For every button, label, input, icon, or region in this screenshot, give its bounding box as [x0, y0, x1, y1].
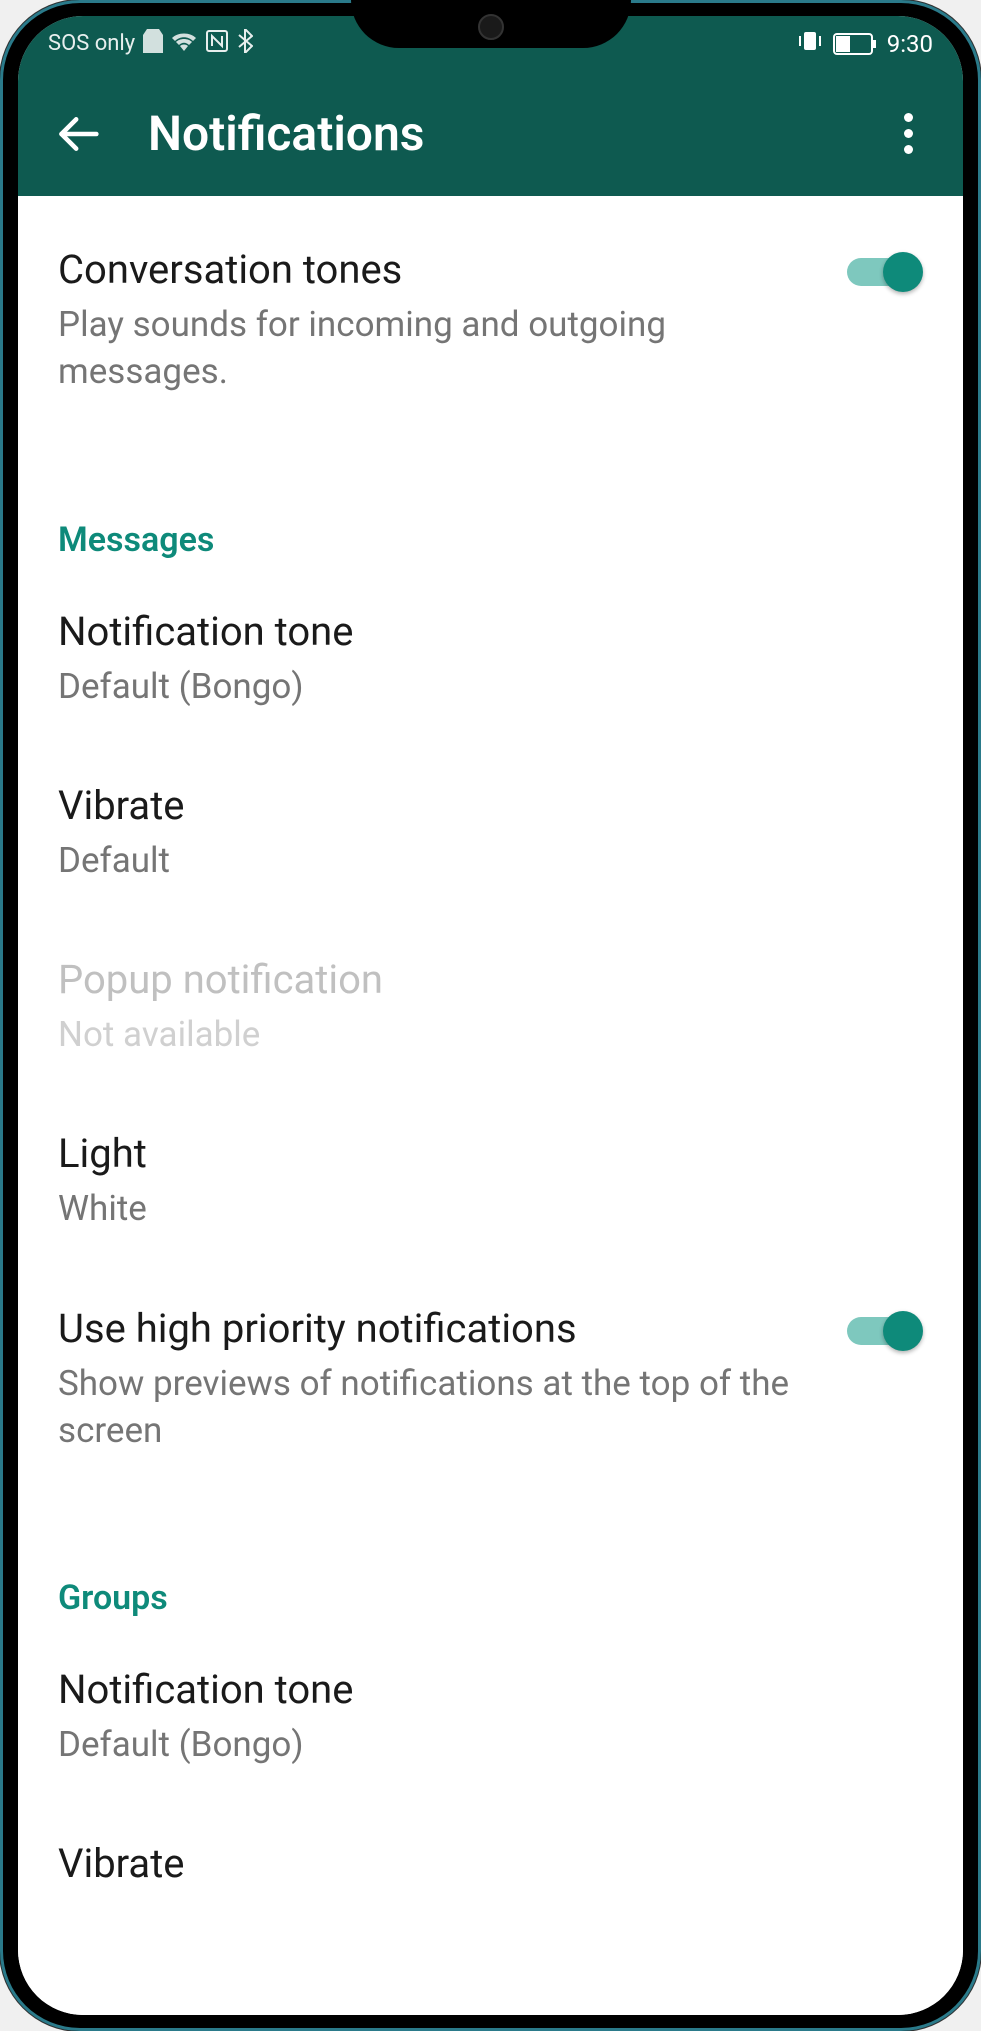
- messages-light-value: White: [58, 1185, 923, 1232]
- messages-notification-tone-title: Notification tone: [58, 608, 923, 655]
- messages-popup-title: Popup notification: [58, 956, 923, 1003]
- bluetooth-icon: [237, 29, 253, 59]
- high-priority-title: Use high priority notifications: [58, 1305, 827, 1352]
- vibrate-mode-icon: [797, 29, 823, 59]
- more-vert-icon: [904, 113, 913, 154]
- conversation-tones-toggle[interactable]: [847, 252, 923, 292]
- messages-section-header: Messages: [18, 488, 963, 576]
- wifi-icon: [171, 31, 197, 57]
- messages-vibrate-item[interactable]: Vibrate Default: [18, 742, 963, 916]
- phone-screen: SOS only: [18, 16, 963, 2015]
- groups-notification-tone-value: Default (Bongo): [58, 1721, 923, 1768]
- groups-vibrate-item[interactable]: Vibrate: [18, 1800, 963, 1927]
- messages-vibrate-title: Vibrate: [58, 782, 923, 829]
- nfc-icon: [205, 29, 229, 59]
- app-bar: Notifications: [18, 71, 963, 196]
- groups-notification-tone-title: Notification tone: [58, 1666, 923, 1713]
- messages-popup-item: Popup notification Not available: [18, 916, 963, 1090]
- conversation-tones-item[interactable]: Conversation tones Play sounds for incom…: [18, 196, 963, 428]
- more-options-button[interactable]: [883, 109, 933, 159]
- high-priority-item[interactable]: Use high priority notifications Show pre…: [18, 1265, 963, 1487]
- settings-content[interactable]: Conversation tones Play sounds for incom…: [18, 196, 963, 2015]
- status-left: SOS only: [48, 29, 253, 59]
- messages-light-item[interactable]: Light White: [18, 1090, 963, 1264]
- high-priority-subtitle: Show previews of notifications at the to…: [58, 1360, 827, 1455]
- groups-section-header: Groups: [18, 1546, 963, 1634]
- groups-vibrate-title: Vibrate: [58, 1840, 923, 1887]
- messages-notification-tone-value: Default (Bongo): [58, 663, 923, 710]
- sim-icon: [143, 29, 163, 59]
- phone-notch: [351, 0, 631, 48]
- conversation-tones-subtitle: Play sounds for incoming and outgoing me…: [58, 301, 827, 396]
- messages-vibrate-value: Default: [58, 837, 923, 884]
- conversation-tones-title: Conversation tones: [58, 246, 827, 293]
- groups-notification-tone-item[interactable]: Notification tone Default (Bongo): [18, 1634, 963, 1800]
- battery-icon: [833, 33, 877, 55]
- messages-notification-tone-item[interactable]: Notification tone Default (Bongo): [18, 576, 963, 742]
- status-right: 9:30: [797, 29, 933, 59]
- messages-popup-value: Not available: [58, 1011, 923, 1058]
- status-time: 9:30: [887, 30, 933, 58]
- page-title: Notifications: [148, 105, 883, 162]
- messages-light-title: Light: [58, 1130, 923, 1177]
- back-arrow-icon: [56, 112, 100, 156]
- phone-frame: SOS only: [0, 0, 981, 2031]
- status-network-text: SOS only: [48, 31, 135, 56]
- high-priority-toggle[interactable]: [847, 1311, 923, 1351]
- back-button[interactable]: [48, 104, 108, 164]
